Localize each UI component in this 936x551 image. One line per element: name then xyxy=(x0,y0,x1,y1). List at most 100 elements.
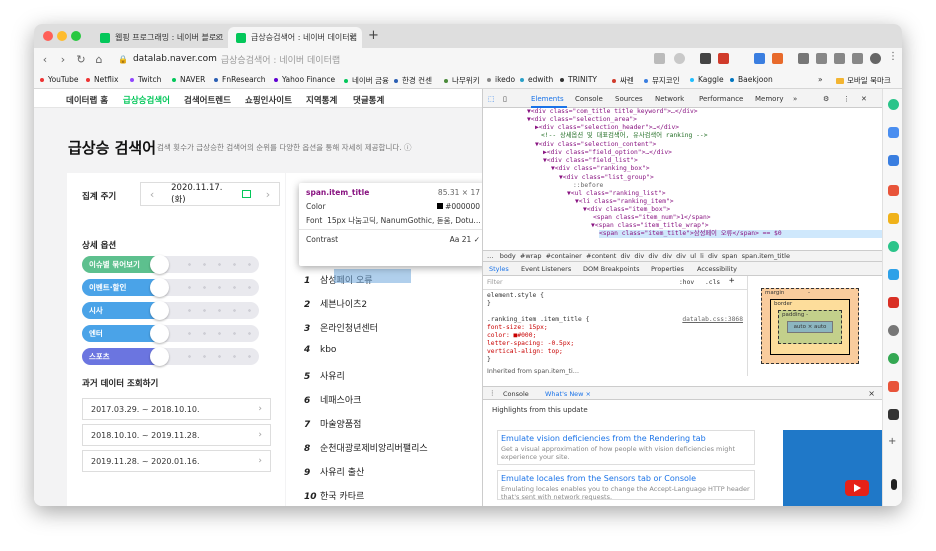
toggle-knob[interactable] xyxy=(150,324,169,343)
devtools-tab-console[interactable]: Console xyxy=(575,95,603,103)
new-tab-button[interactable]: + xyxy=(368,28,379,43)
nav-comment-stats[interactable]: 댓글통계 xyxy=(353,94,384,106)
inspect-element-icon[interactable]: ⬚ xyxy=(488,95,495,103)
tab-close-icon[interactable]: × xyxy=(214,33,222,43)
tab-blog[interactable]: 웹핑 프로그래밍 : 네이버 블로그 × xyxy=(92,27,228,48)
box-padding[interactable]: padding - auto × auto xyxy=(778,310,842,344)
ranking-item[interactable]: 10 한국 카타르 xyxy=(304,489,364,502)
hov-toggle[interactable]: :hov xyxy=(679,279,694,287)
extension-icon[interactable] xyxy=(888,241,899,252)
devtools-tab-performance[interactable]: Performance xyxy=(699,95,743,103)
prev-date-button[interactable]: ‹ xyxy=(141,188,163,201)
extension-icon[interactable] xyxy=(888,409,899,420)
bookmark-item[interactable]: 뮤지코인 xyxy=(644,75,680,86)
bookmark-item[interactable]: Baekjoon xyxy=(730,75,773,84)
devtools-tab-memory[interactable]: Memory xyxy=(755,95,783,103)
style-property[interactable]: font-size: 15px; xyxy=(487,324,548,332)
extension-icon[interactable] xyxy=(772,53,783,64)
mobile-bookmarks[interactable]: 모바일 북마크 xyxy=(836,75,891,86)
next-date-button[interactable]: › xyxy=(257,188,279,201)
whats-new-card[interactable]: Emulate vision deficiencies from the Ren… xyxy=(497,430,755,465)
bookmark-item[interactable]: Kaggle xyxy=(690,75,724,84)
ranking-item[interactable]: 5 사유리 xyxy=(304,369,345,382)
address-bar[interactable]: 🔒 datalab.naver.com 급상승검색어 : 네이버 데이터랩 xyxy=(118,52,340,66)
nav-keyword-trend[interactable]: 검색어트렌드 xyxy=(184,94,231,106)
devtools-more-tabs[interactable]: » xyxy=(793,95,797,103)
extension-icon[interactable] xyxy=(834,53,845,64)
bookmark-item[interactable]: NAVER xyxy=(172,75,205,84)
dom-node[interactable]: ▼<div class="ranking_box"> xyxy=(551,165,650,173)
bookmark-item[interactable]: Yahoo Finance xyxy=(274,75,335,84)
extension-icon[interactable] xyxy=(654,53,665,64)
dom-node-selected[interactable]: <span class="item_title">삼성페이 오류</span> … xyxy=(599,230,882,239)
option-toggle-issue[interactable]: 이슈별 묶어보기 xyxy=(82,255,259,274)
bookmark-item[interactable]: 네이버 금융 xyxy=(344,75,389,86)
back-button[interactable]: ‹ xyxy=(38,53,52,66)
drawer-tab-console[interactable]: Console xyxy=(503,390,529,398)
bookmark-item[interactable]: edwith xyxy=(520,75,553,84)
info-icon[interactable]: ⓘ xyxy=(404,143,412,152)
nav-rising-keywords[interactable]: 급상승검색어 xyxy=(123,94,170,106)
extension-icon[interactable] xyxy=(888,155,899,166)
box-margin[interactable]: margin - border padding - auto × auto xyxy=(761,288,859,364)
ranking-item[interactable]: 8 순천대광로제비앙리버팰리스 xyxy=(304,441,428,454)
style-line[interactable]: element.style { xyxy=(487,292,544,300)
extension-icon[interactable] xyxy=(888,269,899,280)
whats-new-card[interactable]: Emulate locales from the Sensors tab or … xyxy=(497,470,755,501)
option-toggle-sports[interactable]: 스포츠 xyxy=(82,347,259,366)
extension-icon[interactable] xyxy=(888,127,899,138)
ranking-item[interactable]: 2 세븐나이츠2 xyxy=(304,297,367,310)
extension-icon[interactable] xyxy=(700,53,711,64)
close-window-button[interactable] xyxy=(43,31,53,41)
option-toggle-news[interactable]: 시사 xyxy=(82,301,259,320)
devtools-tab-elements[interactable]: Elements xyxy=(531,95,564,103)
bookmark-item[interactable]: 나무위키 xyxy=(444,75,480,86)
extension-icon[interactable] xyxy=(754,53,765,64)
device-toggle-icon[interactable]: ▯ xyxy=(503,95,507,103)
bookmark-item[interactable]: Netflix xyxy=(86,75,118,84)
tab-datalab[interactable]: 급상승검색어 : 네이버 데이터랩 × xyxy=(228,27,362,48)
dom-comment[interactable]: <!-- 상세옵션 및 대표검색어, 유사검색어 ranking --> xyxy=(541,132,708,140)
past-range-1[interactable]: 2017.03.29. ~ 2018.10.10. › xyxy=(82,398,271,420)
option-toggle-event[interactable]: 이벤트·할인 xyxy=(82,278,259,297)
camera-icon[interactable] xyxy=(816,53,827,64)
nav-regional-stats[interactable]: 지역통계 xyxy=(306,94,337,106)
bookmark-star-icon[interactable] xyxy=(674,53,685,64)
toggle-knob[interactable] xyxy=(150,278,169,297)
nav-datalab-home[interactable]: 데이터랩 홈 xyxy=(66,94,108,106)
bookmark-item[interactable]: 싸렌 xyxy=(612,75,634,86)
sidebar-icon[interactable] xyxy=(852,53,863,64)
calendar-icon[interactable] xyxy=(242,190,251,198)
past-range-3[interactable]: 2019.11.28. ~ 2020.01.16. › xyxy=(82,450,271,472)
extension-icon[interactable] xyxy=(888,185,899,196)
extension-icon[interactable] xyxy=(888,325,899,336)
ranking-item[interactable]: 7 마술양품점 xyxy=(304,417,361,430)
ranking-item[interactable]: 6 네패스아크 xyxy=(304,393,361,406)
style-property[interactable]: letter-spacing: -0.5px; xyxy=(487,340,574,348)
devtools-tab-sources[interactable]: Sources xyxy=(615,95,643,103)
subtab-styles[interactable]: Styles xyxy=(489,265,509,273)
past-range-2[interactable]: 2018.10.10. ~ 2019.11.28. › xyxy=(82,424,271,446)
play-video-icon[interactable] xyxy=(845,480,869,496)
bookmarks-overflow[interactable]: » xyxy=(818,75,823,84)
styles-filter-input[interactable]: Filter xyxy=(487,279,503,287)
extension-icon[interactable] xyxy=(718,53,729,64)
new-style-rule-button[interactable]: + xyxy=(729,277,734,286)
subtab-dom-breakpoints[interactable]: DOM Breakpoints xyxy=(583,265,640,273)
extension-icon[interactable] xyxy=(888,213,899,224)
cls-toggle[interactable]: .cls xyxy=(705,279,720,287)
toggle-knob[interactable] xyxy=(150,255,169,274)
tab-close-icon[interactable]: × xyxy=(348,33,356,43)
drawer-menu-icon[interactable]: ⋮ xyxy=(489,389,496,397)
style-property[interactable]: color: ■#000; xyxy=(487,332,536,340)
gear-icon[interactable]: ⚙ xyxy=(823,95,829,103)
drawer-tab-whats-new[interactable]: What's New × xyxy=(545,390,591,398)
toggle-knob[interactable] xyxy=(150,347,169,366)
box-content[interactable]: auto × auto xyxy=(787,321,833,333)
youtube-icon[interactable] xyxy=(888,297,899,308)
ranking-item[interactable]: 9 사유리 출산 xyxy=(304,465,364,478)
bookmark-item[interactable]: Twitch xyxy=(130,75,161,84)
add-extension-icon[interactable]: + xyxy=(888,437,899,448)
more-options-icon[interactable]: ⋮ xyxy=(843,95,850,103)
bookmark-item[interactable]: TRINITY xyxy=(560,75,597,84)
